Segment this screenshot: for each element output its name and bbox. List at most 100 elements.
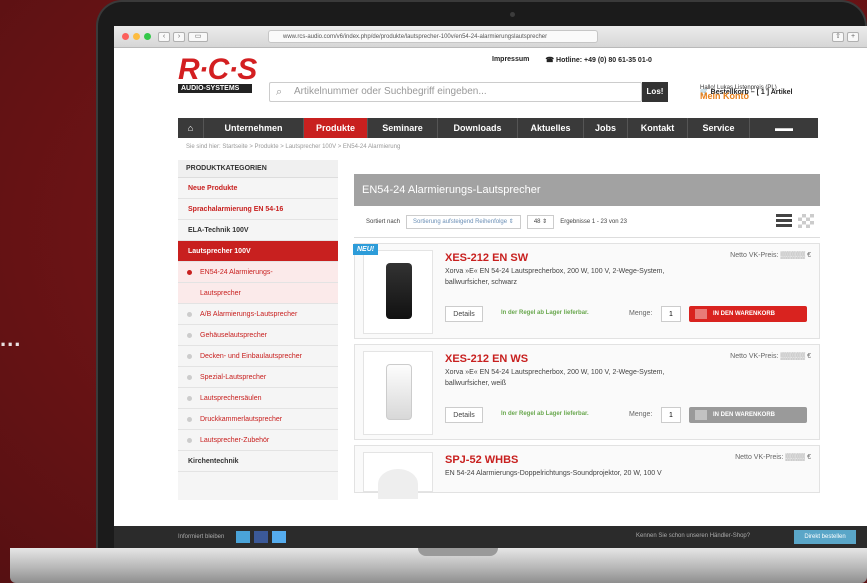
minimize-window-icon[interactable] xyxy=(133,33,140,40)
language-flags-icon[interactable]: ▬▬ xyxy=(750,118,818,138)
cart-icon xyxy=(695,309,707,319)
chevron-down-icon: ⇕ xyxy=(542,218,548,225)
home-icon[interactable]: ⌂ xyxy=(178,118,204,138)
search-button[interactable]: Los! xyxy=(642,82,668,102)
add-to-cart-button[interactable]: IN DEN WARENKORB xyxy=(689,306,807,322)
sidebar-item-neue-produkte[interactable]: Neue Produkte xyxy=(178,178,338,199)
nav-item-produkte[interactable]: Produkte xyxy=(304,118,368,138)
add-to-cart-label: IN DEN WARENKORB xyxy=(713,412,776,418)
per-page-select[interactable]: 48 ⇕ xyxy=(526,214,555,229)
sidebar-subitem-saeulen[interactable]: Lautsprechersäulen xyxy=(178,388,338,409)
page-title: EN54-24 Alarmierungs-Lautsprecher xyxy=(354,174,820,206)
sidebar-subitem-gehaeuse[interactable]: Gehäuselautsprecher xyxy=(178,325,338,346)
speaker-white-icon xyxy=(386,364,412,420)
user-box: Hallo! Lukas Listenpreis (PL) Mein Konto xyxy=(700,84,777,101)
quantity-input[interactable]: 1 xyxy=(661,306,681,322)
bullet-icon xyxy=(187,375,192,380)
sidebar-subitem-en54-cont[interactable]: Lautsprecher xyxy=(178,283,338,304)
sidebar-subitem-label: EN54-24 Alarmierungs- xyxy=(200,269,273,276)
product-name[interactable]: SPJ-52 WHBS xyxy=(445,454,518,466)
bullet-icon xyxy=(187,438,192,443)
close-window-icon[interactable] xyxy=(122,33,129,40)
grid-view-icon[interactable] xyxy=(798,214,814,228)
product-list-area: EN54-24 Alarmierungs-Lautsprecher Sortie… xyxy=(353,174,820,499)
details-button[interactable]: Details xyxy=(445,407,483,423)
breadcrumb: Sie sind hier: Startseite > Produkte > L… xyxy=(186,144,401,150)
product-name[interactable]: XES-212 EN WS xyxy=(445,353,528,365)
share-icon[interactable]: ⇧ xyxy=(832,31,844,42)
sidebar-subitem-spezial[interactable]: Spezial-Lautsprecher xyxy=(178,367,338,388)
price-label: Netto VK-Preis: ▒▒▒▒▒ € xyxy=(730,353,811,360)
newsletter-icon[interactable] xyxy=(236,531,251,543)
sidebar-subitem-label: Lautsprechersäulen xyxy=(200,395,262,402)
footer-bar: Informiert bleiben Kennen Sie schon unse… xyxy=(114,526,867,548)
nav-item-kontakt[interactable]: Kontakt xyxy=(628,118,688,138)
product-image[interactable] xyxy=(363,452,433,499)
my-account-link[interactable]: Mein Konto xyxy=(700,92,777,101)
twitter-icon[interactable] xyxy=(272,531,287,543)
sidebar-subitem-label: Decken- und Einbaulautsprecher xyxy=(200,353,302,360)
search-placeholder: Artikelnummer oder Suchbegriff eingeben.… xyxy=(294,86,487,97)
sidebar-subitem-label: Lautsprecher-Zubehör xyxy=(200,437,270,444)
quantity-input[interactable]: 1 xyxy=(661,407,681,423)
category-sidebar: PRODUKTKATEGORIEN Neue Produkte Sprachal… xyxy=(178,160,338,500)
maximize-window-icon[interactable] xyxy=(144,33,151,40)
quantity-label: Menge: xyxy=(629,411,653,418)
nav-item-unternehmen[interactable]: Unternehmen xyxy=(204,118,304,138)
nav-item-seminare[interactable]: Seminare xyxy=(368,118,438,138)
quantity-label: Menge: xyxy=(629,310,653,317)
sidebar-item-kirchentechnik[interactable]: Kirchentechnik xyxy=(178,451,338,472)
sidebar-subitem-decken[interactable]: Decken- und Einbaulautsprecher xyxy=(178,346,338,367)
product-image[interactable] xyxy=(363,351,433,435)
search-icon: ⌕ xyxy=(276,86,283,98)
product-image[interactable] xyxy=(363,250,433,334)
hotline-number: Hotline: +49 (0) 80 61-35 01-0 xyxy=(556,57,652,64)
rcs-logo[interactable]: R·C·S AUDIO-SYSTEMS xyxy=(178,53,258,93)
price-label-text: Netto VK-Preis: xyxy=(730,252,779,259)
sidebar-item-sprachalarmierung[interactable]: Sprachalarmierung EN 54-16 xyxy=(178,199,338,220)
nav-item-downloads[interactable]: Downloads xyxy=(438,118,518,138)
sidebar-subitem-zubehoer[interactable]: Lautsprecher-Zubehör xyxy=(178,430,338,451)
price-value: € xyxy=(807,454,811,461)
bullet-icon xyxy=(187,354,192,359)
product-name[interactable]: XES-212 EN SW xyxy=(445,252,528,264)
sidebar-subitem-ab[interactable]: A/B Alarmierungs-Lautsprecher xyxy=(178,304,338,325)
nav-item-aktuelles[interactable]: Aktuelles xyxy=(518,118,584,138)
sidebar-subitem-label: Gehäuselautsprecher xyxy=(200,332,267,339)
sidebar-toggle-button[interactable]: ▭ xyxy=(188,31,208,42)
hotline-text: ☎ Hotline: +49 (0) 80 61-35 01-0 xyxy=(545,56,652,64)
back-button[interactable]: ‹ xyxy=(158,31,170,42)
new-tab-button[interactable]: + xyxy=(847,31,859,42)
address-bar[interactable]: www.rcs-audio.com/v6/index.php/de/produk… xyxy=(268,30,598,43)
price-value: € xyxy=(807,252,811,259)
sidebar-heading: PRODUKTKATEGORIEN xyxy=(178,160,338,178)
bullet-icon xyxy=(187,396,192,401)
search-input[interactable]: ⌕ Artikelnummer oder Suchbegriff eingebe… xyxy=(269,82,642,102)
sort-select-value: Sortierung aufsteigend Reihenfolge xyxy=(413,218,508,225)
sidebar-item-ela-technik[interactable]: ELA-Technik 100V xyxy=(178,220,338,241)
sort-bar: Sortiert nach Sortierung aufsteigend Rei… xyxy=(354,206,820,238)
product-card: NEU! XES-212 EN SW Xorva »E« EN 54-24 La… xyxy=(353,243,820,339)
sidebar-subitem-label: Spezial-Lautsprecher xyxy=(200,374,267,381)
product-card: XES-212 EN WS Xorva »E« EN 54-24 Lautspr… xyxy=(354,344,820,440)
add-to-cart-button[interactable]: IN DEN WARENKORB xyxy=(689,407,807,423)
bullet-icon xyxy=(187,333,192,338)
nav-item-service[interactable]: Service xyxy=(688,118,750,138)
forward-button[interactable]: › xyxy=(173,31,185,42)
nav-item-jobs[interactable]: Jobs xyxy=(584,118,628,138)
browser-toolbar: ‹ › ▭ www.rcs-audio.com/v6/index.php/de/… xyxy=(114,26,867,48)
sidebar-item-lautsprecher-100v[interactable]: Lautsprecher 100V xyxy=(178,241,338,262)
sidebar-subitem-druckkammer[interactable]: Druckkammerlautsprecher xyxy=(178,409,338,430)
logo-text: R·C·S xyxy=(178,53,257,86)
list-view-icon[interactable] xyxy=(776,214,792,228)
bullet-icon xyxy=(187,312,192,317)
product-description: EN 54-24 Alarmierungs-Doppelrichtungs-So… xyxy=(445,470,662,477)
order-direct-button[interactable]: Direkt bestellen xyxy=(794,530,856,544)
sort-select[interactable]: Sortierung aufsteigend Reihenfolge ⇕ xyxy=(406,214,521,229)
impressum-link[interactable]: Impressum xyxy=(492,56,529,64)
sidebar-subitem-en54[interactable]: EN54-24 Alarmierungs- xyxy=(178,262,338,283)
details-button[interactable]: Details xyxy=(445,306,483,322)
facebook-icon[interactable] xyxy=(254,531,269,543)
bullet-icon xyxy=(187,417,192,422)
price-label-text: Netto VK-Preis: xyxy=(730,353,779,360)
